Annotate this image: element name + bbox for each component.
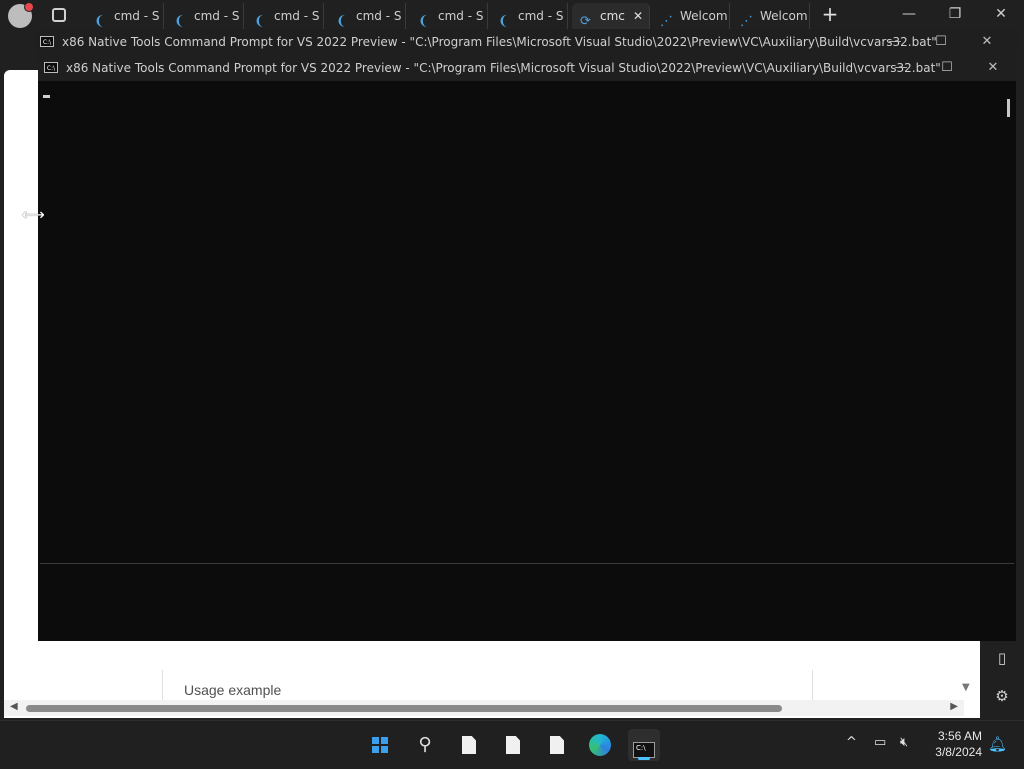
- file-icon[interactable]: [541, 729, 573, 761]
- tab-favicon-icon: ❨: [174, 14, 185, 29]
- browser-tab[interactable]: ⋰ Welcom: [732, 3, 810, 29]
- start-button[interactable]: [364, 729, 396, 761]
- notification-bell-icon[interactable]: 🔔︎: [988, 735, 1007, 753]
- clock-time: 3:56 AM: [937, 729, 982, 743]
- tab-label: cmd - S: [114, 9, 160, 23]
- window-title: x86 Native Tools Command Prompt for VS 2…: [62, 35, 937, 49]
- scrollbar-thumb[interactable]: [26, 705, 782, 712]
- tab-favicon-icon: ⟳: [580, 14, 591, 29]
- scroll-down-icon[interactable]: ▼: [962, 682, 970, 693]
- tab-label: cmd - S: [194, 9, 240, 23]
- window-titlebar[interactable]: C:\ x86 Native Tools Command Prompt for …: [38, 55, 1016, 81]
- usage-example-heading: Usage example: [184, 682, 282, 698]
- browser-tab[interactable]: ❨ cmd - S: [246, 3, 324, 29]
- new-tab-button[interactable]: +: [820, 4, 840, 24]
- close-tab-icon[interactable]: ✕: [633, 3, 643, 29]
- terminal-icon[interactable]: C:\: [628, 729, 660, 761]
- browser-tab-active[interactable]: ⟳ cmc ✕: [572, 3, 650, 29]
- tab-label: Welcom: [760, 9, 808, 23]
- tab-favicon-icon: ❨: [94, 14, 105, 29]
- tab-favicon-icon: ❨: [336, 14, 347, 29]
- taskbar: ⚲ C:\ ^ ▭ 🔇︎ 3:56 AM 3/8/2024 🔔︎: [0, 720, 1024, 769]
- volume-muted-icon[interactable]: 🔇︎: [900, 735, 908, 750]
- tab-label: cmd - S: [274, 9, 320, 23]
- file-icon[interactable]: [453, 729, 485, 761]
- scrollbar-thumb[interactable]: [1007, 99, 1010, 117]
- window-titlebar[interactable]: C:\ x86 Native Tools Command Prompt for …: [34, 29, 1018, 55]
- profile-avatar[interactable]: [8, 2, 34, 28]
- horizontal-scrollbar[interactable]: ◀ ▶: [4, 700, 964, 716]
- divider: [162, 670, 163, 700]
- loading-icon: ⋰: [740, 14, 753, 29]
- tab-label: cmc: [600, 9, 625, 23]
- scroll-right-icon[interactable]: ▶: [950, 701, 958, 712]
- close-button[interactable]: ✕: [978, 55, 1008, 81]
- tab-favicon-icon: ❨: [254, 14, 265, 29]
- tab-label: cmd - S: [438, 9, 484, 23]
- browser-tab[interactable]: ❨ cmd - S: [410, 3, 488, 29]
- tab-favicon-icon: ❨: [498, 14, 509, 29]
- browser-tab[interactable]: ❨ cmd - S: [328, 3, 406, 29]
- clock[interactable]: 3:56 AM 3/8/2024: [924, 728, 982, 760]
- scroll-left-icon[interactable]: ◀: [10, 701, 18, 712]
- minimize-button[interactable]: —: [894, 6, 924, 22]
- edge-icon[interactable]: [584, 729, 616, 761]
- console-pane[interactable]: [40, 616, 1014, 641]
- maximize-button[interactable]: ☐: [926, 29, 956, 55]
- file-icon[interactable]: [497, 729, 529, 761]
- tab-label: cmd - S: [518, 9, 564, 23]
- console-window-front[interactable]: C:\ x86 Native Tools Command Prompt for …: [38, 55, 1016, 641]
- console-pane[interactable]: [40, 563, 1014, 617]
- loading-icon: ⋰: [660, 14, 673, 29]
- divider: [812, 670, 813, 700]
- browser-tab[interactable]: ❨ cmd - S: [86, 3, 164, 29]
- close-button[interactable]: ✕: [986, 6, 1016, 22]
- tray-chevron-icon[interactable]: ^: [846, 735, 857, 750]
- clock-date: 3/8/2024: [935, 745, 982, 759]
- tab-label: Welcom: [680, 9, 728, 23]
- cmd-icon: C:\: [40, 36, 54, 47]
- text-cursor: [43, 95, 50, 98]
- browser-tab-strip: ❨ cmd - S ❨ cmd - S ❨ cmd - S ❨ cmd - S ❨ cmd…: [0, 0, 1024, 32]
- tab-label: cmd - S: [356, 9, 402, 23]
- cmd-icon: C:\: [44, 62, 58, 73]
- minimize-button[interactable]: —: [886, 55, 916, 81]
- browser-tab[interactable]: ❨ cmd - S: [490, 3, 568, 29]
- notification-dot: [24, 2, 34, 12]
- start-icon: [372, 737, 388, 753]
- tab-actions-icon[interactable]: [52, 8, 66, 22]
- restore-button[interactable]: ❐: [940, 6, 970, 22]
- console-output[interactable]: [40, 81, 998, 563]
- active-indicator: [638, 757, 650, 760]
- network-icon[interactable]: ▭: [874, 735, 886, 750]
- browser-tab[interactable]: ⋰ Welcom: [652, 3, 730, 29]
- minimize-button[interactable]: —: [880, 29, 910, 55]
- close-button[interactable]: ✕: [972, 29, 1002, 55]
- browser-side-tools: ▯ ⚙: [980, 640, 1024, 718]
- maximize-button[interactable]: ☐: [932, 55, 962, 81]
- settings-gear-icon[interactable]: ⚙: [992, 686, 1012, 706]
- console-window-back[interactable]: C:\ x86 Native Tools Command Prompt for …: [34, 29, 1018, 55]
- search-icon[interactable]: ⚲: [409, 729, 441, 761]
- sidebar-toggle-icon[interactable]: ▯: [992, 648, 1012, 668]
- window-title: x86 Native Tools Command Prompt for VS 2…: [66, 61, 941, 75]
- resize-cursor-icon: ⟷: [22, 205, 45, 224]
- browser-tab[interactable]: ❨ cmd - S: [166, 3, 244, 29]
- vertical-scrollbar[interactable]: [1000, 81, 1016, 641]
- tab-favicon-icon: ❨: [418, 14, 429, 29]
